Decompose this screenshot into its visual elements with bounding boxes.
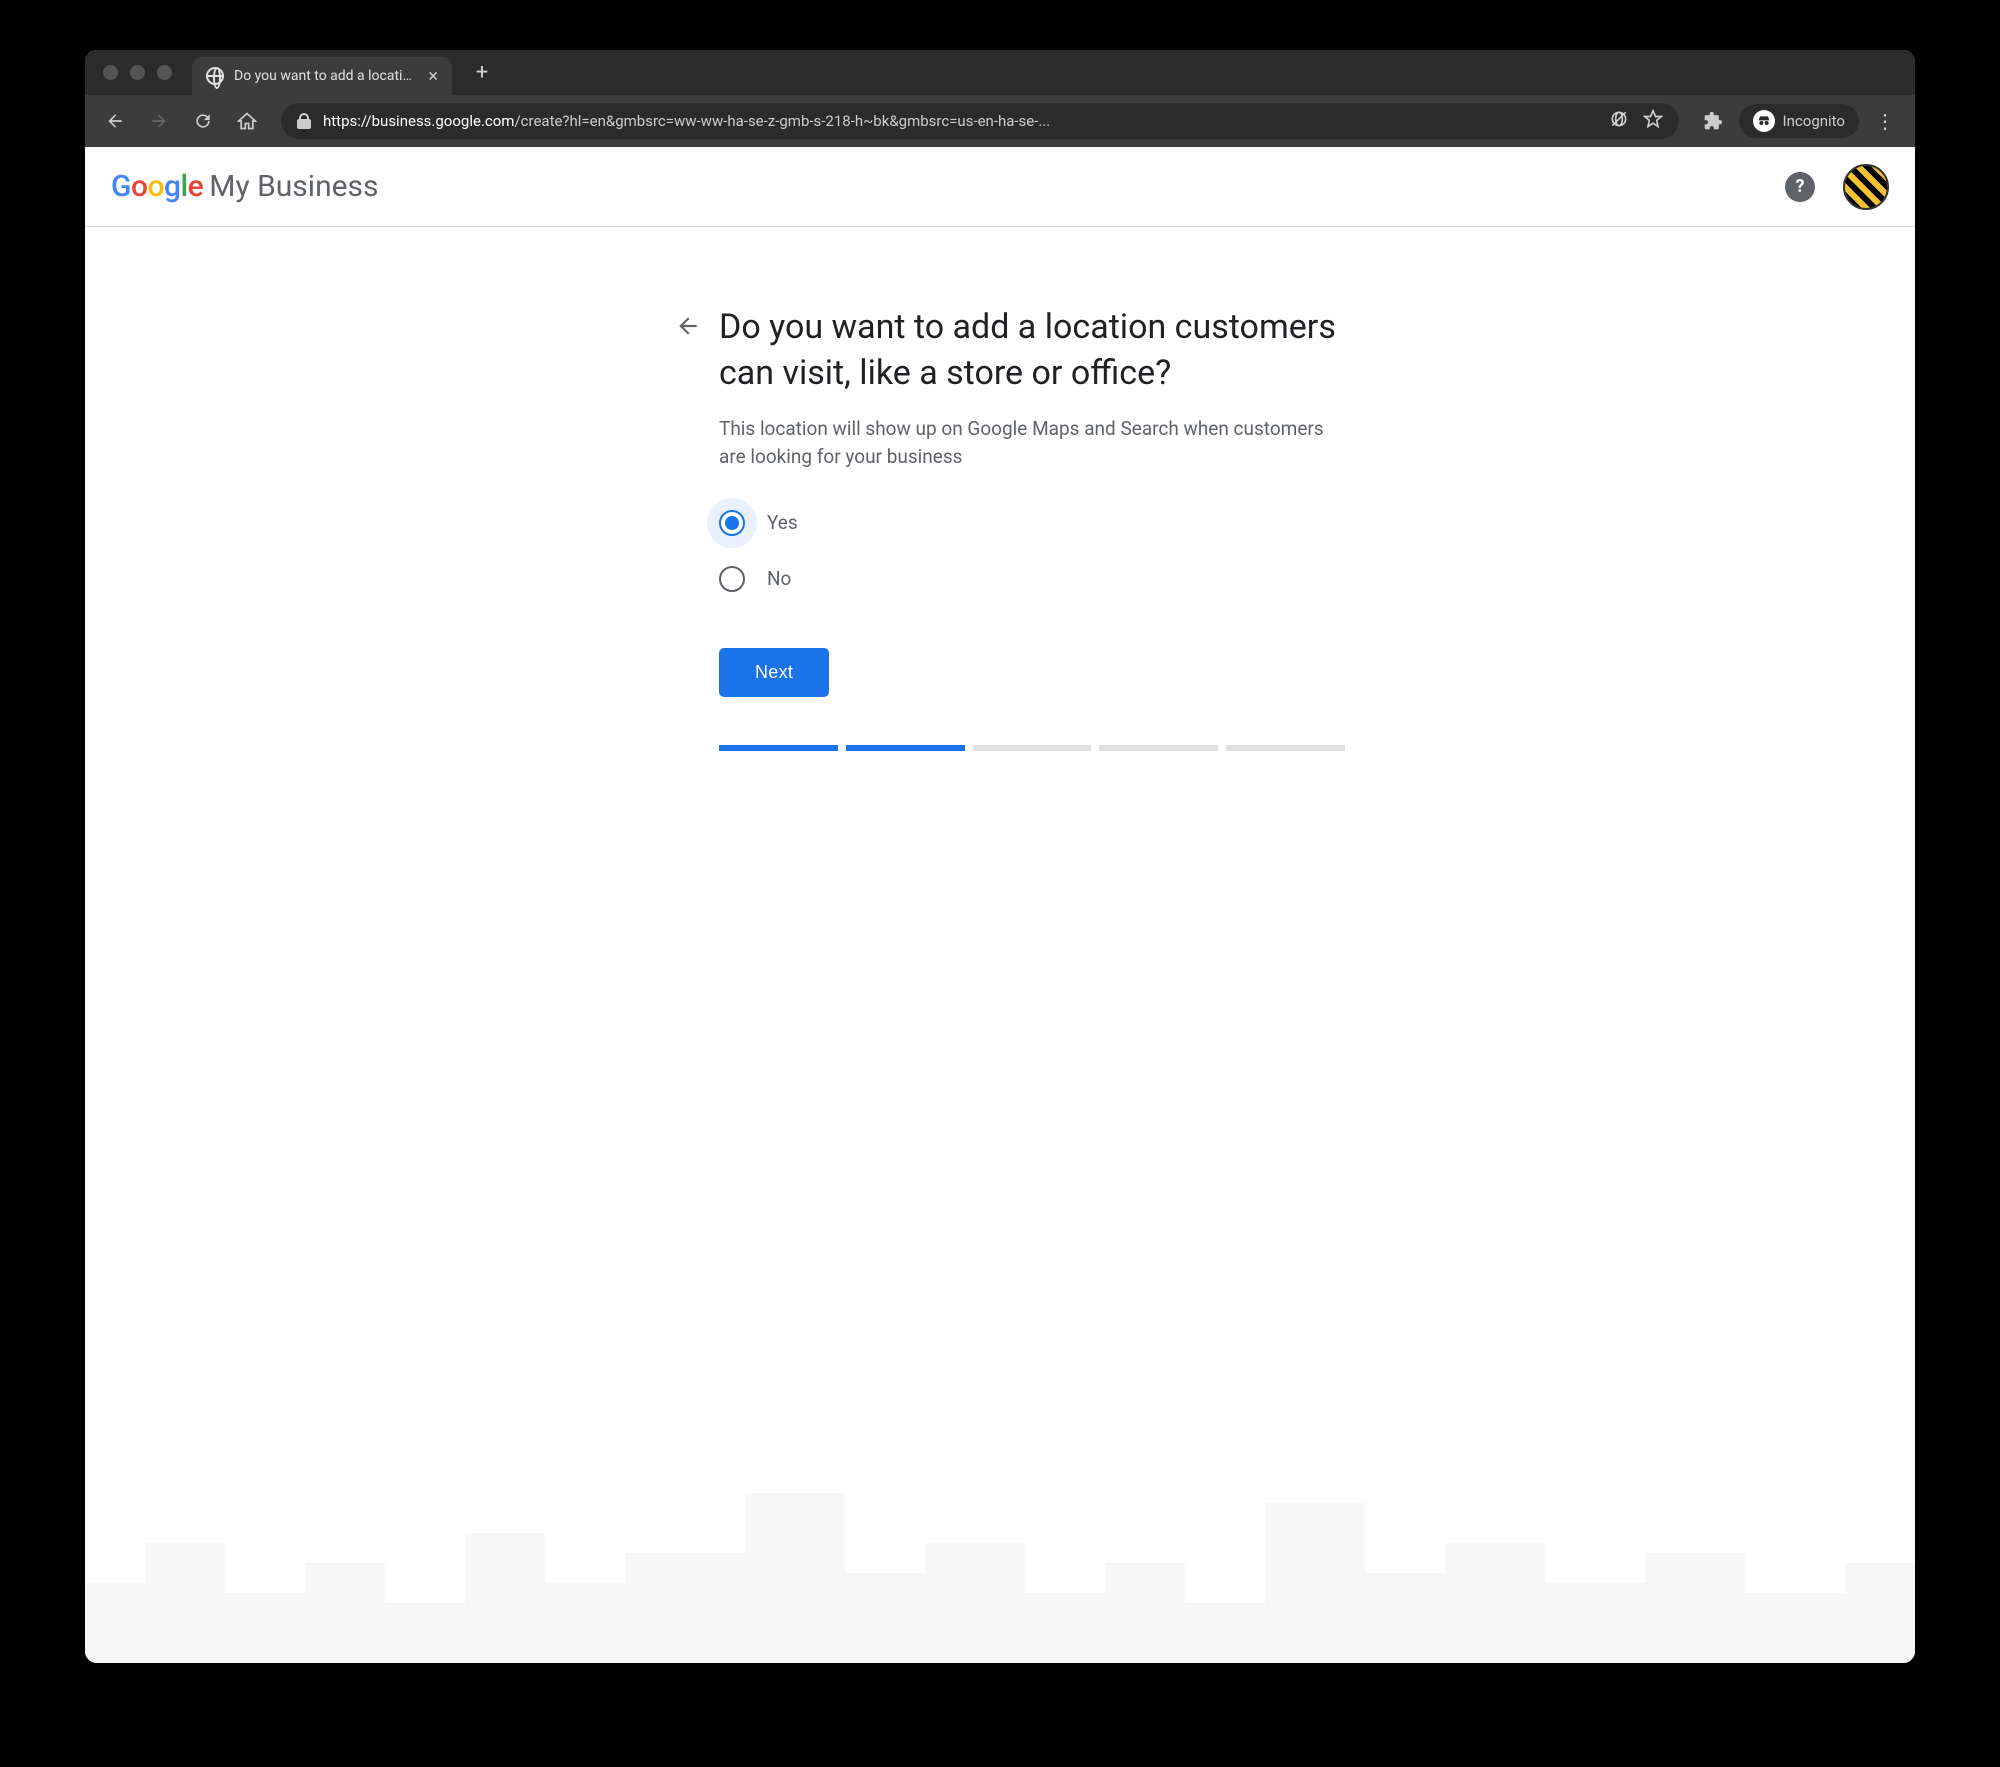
form-question: Do you want to add a location customers …	[719, 305, 1345, 397]
incognito-badge[interactable]: Incognito	[1739, 104, 1859, 138]
window-minimize-button[interactable]	[130, 65, 145, 80]
gmb-logo[interactable]: Google My Business	[111, 169, 379, 204]
progress-segment	[846, 745, 965, 751]
form-subtext: This location will show up on Google Map…	[719, 415, 1345, 472]
window-maximize-button[interactable]	[157, 65, 172, 80]
nav-forward-button[interactable]	[141, 103, 177, 139]
incognito-label: Incognito	[1783, 112, 1845, 130]
product-name: My Business	[209, 169, 378, 204]
nav-reload-button[interactable]	[185, 103, 221, 139]
browser-menu-button[interactable]: ⋮	[1867, 109, 1903, 133]
account-avatar[interactable]	[1843, 164, 1889, 210]
url-bar[interactable]: https://business.google.com/create?hl=en…	[281, 103, 1679, 139]
progress-segment	[719, 745, 838, 751]
radio-icon	[719, 566, 745, 592]
next-button[interactable]: Next	[719, 648, 829, 697]
globe-icon	[206, 67, 224, 85]
app-header: Google My Business ?	[85, 147, 1915, 227]
new-tab-button[interactable]: +	[468, 59, 496, 87]
url-text: https://business.google.com/create?hl=en…	[323, 112, 1597, 130]
nav-home-button[interactable]	[229, 103, 265, 139]
nav-back-button[interactable]	[97, 103, 133, 139]
browser-tab[interactable]: Do you want to add a location c ×	[192, 57, 452, 95]
extensions-button[interactable]	[1695, 103, 1731, 139]
radio-label: Yes	[767, 511, 798, 534]
help-button[interactable]: ?	[1785, 172, 1815, 202]
tab-title: Do you want to add a location c	[234, 68, 418, 84]
skyline-decoration	[85, 1443, 1915, 1663]
radio-icon	[719, 510, 745, 536]
window-controls	[103, 65, 172, 80]
window-close-button[interactable]	[103, 65, 118, 80]
form-area: Do you want to add a location customers …	[655, 227, 1345, 751]
progress-segment	[1099, 745, 1218, 751]
cookies-blocked-icon[interactable]	[1609, 109, 1629, 133]
form-back-button[interactable]	[675, 313, 701, 339]
bookmark-icon[interactable]	[1643, 109, 1663, 133]
radio-option-no[interactable]: No	[719, 566, 1345, 592]
progress-bar	[719, 745, 1345, 751]
browser-window: Do you want to add a location c × + http…	[85, 50, 1915, 1663]
google-wordmark: Google	[111, 169, 203, 204]
radio-group: Yes No	[719, 510, 1345, 592]
progress-segment	[973, 745, 1092, 751]
radio-label: No	[767, 567, 791, 590]
incognito-icon	[1753, 110, 1775, 132]
radio-option-yes[interactable]: Yes	[719, 510, 1345, 536]
window-titlebar: Do you want to add a location c × +	[85, 50, 1915, 95]
progress-segment	[1226, 745, 1345, 751]
browser-toolbar: https://business.google.com/create?hl=en…	[85, 95, 1915, 147]
tab-close-button[interactable]: ×	[428, 66, 438, 87]
page-content: Do you want to add a location customers …	[85, 227, 1915, 1663]
lock-icon	[297, 113, 311, 129]
